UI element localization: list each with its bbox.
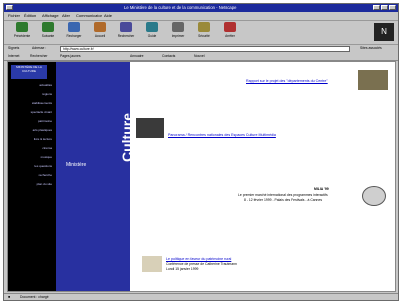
search-icon — [120, 22, 132, 32]
browser-window: Le Ministère de la culture et de la comm… — [3, 3, 399, 301]
nav-item-livre-lecture[interactable]: livre & lecture — [12, 137, 52, 141]
menu-item-aide[interactable]: Aide — [104, 13, 112, 18]
personal-item-rechercher[interactable]: Rechercher — [30, 54, 48, 58]
minimize-button[interactable] — [373, 5, 380, 10]
vertical-title: Culture communication — [119, 61, 149, 162]
nav-item-etablissements[interactable]: établissements — [12, 101, 52, 105]
personal-item-internet[interactable]: Internet — [8, 54, 20, 58]
nav-item-actualites[interactable]: actualités — [12, 83, 52, 87]
nav-item-regions[interactable]: régions — [12, 92, 52, 96]
personal-item-nouvel[interactable]: Nouvel — [194, 54, 205, 58]
guide-button[interactable]: Guide — [140, 22, 164, 42]
location-label: Adresse : — [32, 46, 47, 50]
menu-item-aller[interactable]: Aller — [62, 13, 70, 18]
personal-item-annuaire[interactable]: Annuaire — [130, 54, 144, 58]
back-arrow-icon — [16, 22, 28, 32]
menu-item-affichage[interactable]: Affichage — [42, 13, 59, 18]
press-date-text: Lundi 15 janvier 1999 — [166, 267, 199, 271]
related-sites-button[interactable]: Sites associés — [360, 46, 382, 50]
title-bar: Le Ministère de la culture et de la comm… — [4, 4, 398, 12]
personal-toolbar: Internet Rechercher Pages jaunes Annuair… — [4, 53, 398, 61]
personal-item-pages-jaunes[interactable]: Pages jaunes — [60, 54, 81, 58]
bookmarks-button[interactable]: Signets — [8, 46, 19, 50]
back-button[interactable]: Précédente — [10, 22, 34, 42]
nav-item-musique[interactable]: musique — [12, 155, 52, 159]
address-bar: Signets Adresse : http://www.culture.fr/… — [4, 45, 398, 53]
press-conference-text: Conférence de presse de Catherine Trautm… — [166, 262, 237, 266]
maximize-button[interactable] — [381, 5, 388, 10]
nav-item-recherche[interactable]: recherche — [12, 173, 52, 177]
print-button[interactable]: Imprimer — [166, 22, 190, 42]
close-button[interactable] — [389, 5, 396, 10]
status-text: Document : chargé — [20, 295, 49, 299]
site-nav-column: MINISTÈRE DE LA CULTURE actualités régio… — [8, 62, 56, 291]
patrimoine-rural-link[interactable]: Le politique en faveur du patrimoine rur… — [166, 257, 231, 261]
nav-item-patrimoine[interactable]: patrimoine — [12, 119, 52, 123]
panorama-link[interactable]: Panorama / Rencontres nationales des Esp… — [168, 133, 276, 137]
home-button[interactable]: Accueil — [88, 22, 112, 42]
multimedia-thumbnail[interactable] — [136, 118, 164, 138]
security-button[interactable]: Sécurité — [192, 22, 216, 42]
rapport-link[interactable]: Rapport sur le projet des "départements … — [246, 79, 328, 83]
forward-arrow-icon — [42, 22, 54, 32]
menu-item-edition[interactable]: Édition — [24, 13, 36, 18]
menu-item-communicator[interactable]: Communicator — [76, 13, 102, 18]
landscape-photo[interactable] — [358, 70, 388, 90]
ministere-label: Ministère — [66, 162, 87, 168]
web-content: MINISTÈRE DE LA CULTURE actualités régio… — [7, 61, 396, 292]
window-menu-button[interactable] — [6, 5, 13, 10]
folder-icon[interactable] — [142, 256, 162, 272]
milia-description-line1: Le premier marché international des prog… — [238, 193, 328, 197]
stop-button[interactable]: Arrêter — [218, 22, 242, 42]
nav-item-plan-du-site[interactable]: plan du site — [12, 182, 52, 186]
ministry-logo[interactable]: MINISTÈRE DE LA CULTURE — [11, 65, 47, 79]
url-field[interactable]: http://www.culture.fr/ — [60, 46, 350, 52]
lock-icon — [198, 22, 210, 32]
status-bar: ■ Document : chargé — [4, 293, 398, 300]
reload-icon — [68, 22, 80, 32]
search-button[interactable]: Rechercher — [114, 22, 138, 42]
home-icon — [94, 22, 106, 32]
nav-item-spectacle-vivant[interactable]: spectacle vivant — [12, 110, 52, 114]
milia-logo[interactable] — [362, 186, 386, 206]
stop-icon — [224, 22, 236, 32]
forward-button[interactable]: Suivante — [36, 22, 60, 42]
nav-item-questions[interactable]: les questions — [12, 164, 52, 168]
reload-button[interactable]: Recharger — [62, 22, 86, 42]
nav-item-cinema[interactable]: cinéma — [12, 146, 52, 150]
security-status-icon: ■ — [8, 295, 11, 299]
netscape-logo[interactable]: N — [374, 23, 394, 41]
guide-icon — [146, 22, 158, 32]
personal-item-contacts[interactable]: Contacts — [162, 54, 175, 58]
title-column: Culture communication Ministère — [56, 62, 149, 291]
nav-item-arts-plastiques[interactable]: arts plastiques — [12, 128, 52, 132]
print-icon — [172, 22, 184, 32]
window-title: Le Ministère de la culture et de la comm… — [124, 5, 237, 10]
navigation-toolbar: Précédente Suivante Recharger Accueil Re… — [4, 20, 398, 45]
milia-description-line2: 8 - 12 février 1999 - Palais des Festiva… — [244, 198, 323, 202]
menu-item-fichier[interactable]: Fichier — [8, 13, 20, 18]
milia-title[interactable]: MILIA '99 — [314, 187, 329, 191]
